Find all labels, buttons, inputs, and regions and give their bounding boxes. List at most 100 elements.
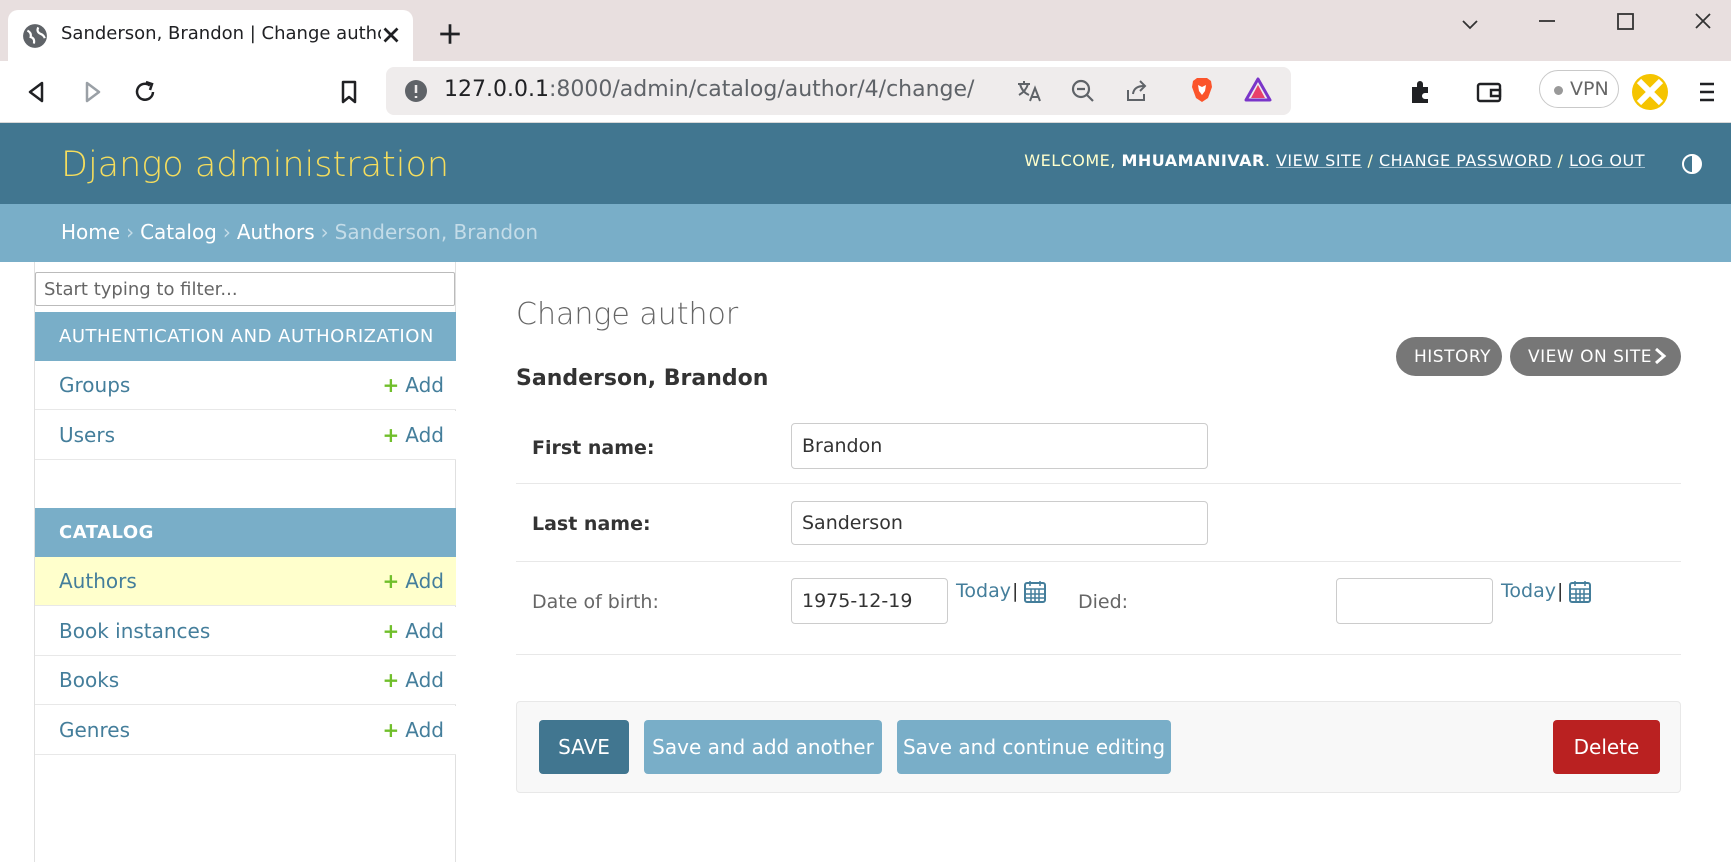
log-out-link[interactable]: LOG OUT [1569,151,1645,170]
add-groups-link[interactable]: + Add [383,373,445,397]
site-branding[interactable]: Django administration [61,145,449,185]
form-row-last-name: Last name: [516,484,1681,562]
breadcrumb-home[interactable]: Home [61,220,120,244]
address-bar[interactable]: 127.0.0.1:8000/admin/catalog/author/4/ch… [386,67,1291,115]
vpn-button[interactable]: VPN [1539,70,1619,108]
add-icon: + [382,718,400,742]
username: MHUAMANIVAR [1121,151,1265,170]
submit-row: SAVE Save and add another Save and conti… [516,701,1681,793]
info-icon[interactable] [404,79,428,103]
minimize-icon[interactable] [1527,10,1567,40]
first-name-field[interactable] [791,423,1208,469]
breadcrumb: Home › Catalog › Authors › Sanderson, Brandon [0,204,1731,262]
extensions-icon[interactable] [1406,77,1436,107]
translate-icon[interactable] [1014,76,1044,106]
model-link-groups[interactable]: Groups [59,373,130,397]
share-icon[interactable] [1122,76,1152,106]
zoom-out-icon[interactable] [1068,76,1098,106]
last-name-field[interactable] [791,501,1208,545]
wallet-icon[interactable] [1474,77,1504,107]
back-icon[interactable] [22,77,52,107]
add-label: Add [405,373,444,397]
brave-shield-icon[interactable] [1187,75,1217,105]
date-of-birth-label: Date of birth: [532,591,659,613]
model-link-books[interactable]: Books [59,668,119,692]
browser-tab-active[interactable]: Sanderson, Brandon | Change author | Dja… [8,10,413,61]
module-caption-auth[interactable]: AUTHENTICATION AND AUTHORIZATION [35,312,456,361]
view-site-link[interactable]: VIEW SITE [1276,151,1362,170]
url-text[interactable]: 127.0.0.1:8000/admin/catalog/author/4/ch… [444,77,974,102]
url-path: :8000/admin/catalog/author/4/change/ [548,77,975,102]
sidebar-item-genres[interactable]: Genres + Add [35,706,456,755]
died-today-link[interactable]: Today [1501,580,1556,602]
save-and-add-another-button[interactable]: Save and add another [644,720,882,774]
brave-rewards-icon[interactable] [1243,75,1273,105]
model-link-users[interactable]: Users [59,423,115,447]
add-genres-link[interactable]: + Add [383,718,445,742]
calendar-icon[interactable] [1569,580,1591,604]
profile-avatar[interactable] [1631,73,1669,111]
reload-icon[interactable] [130,77,160,107]
breadcrumb-separator: › [320,220,329,244]
model-link-book-instances[interactable]: Book instances [59,619,210,643]
breadcrumb-catalog[interactable]: Catalog [140,220,217,244]
dob-separator: | [1012,580,1019,602]
view-on-site-button[interactable]: VIEW ON SITE [1510,337,1681,376]
died-separator: | [1557,580,1564,602]
add-label: Add [405,668,444,692]
chevron-down-icon[interactable] [1450,10,1490,40]
add-label: Add [405,569,444,593]
maximize-icon[interactable] [1605,10,1645,40]
page-title: Change author [516,297,739,332]
add-label: Add [405,423,444,447]
sidebar-item-books[interactable]: Books + Add [35,656,456,705]
vpn-label: VPN [1570,78,1609,100]
first-name-label: First name: [532,437,655,459]
nav-filter-input[interactable] [35,272,455,306]
menu-icon[interactable] [1692,77,1722,107]
save-button[interactable]: SAVE [539,720,629,774]
breadcrumb-separator: › [126,220,135,244]
sidebar-item-book-instances[interactable]: Book instances + Add [35,607,456,656]
window-close-icon[interactable] [1683,10,1723,40]
model-link-genres[interactable]: Genres [59,718,130,742]
globe-icon [23,24,47,48]
calendar-icon[interactable] [1024,580,1046,604]
browser-toolbar: 127.0.0.1:8000/admin/catalog/author/4/ch… [0,61,1731,123]
chevron-right-icon [1655,347,1667,365]
form-row-dates: Date of birth: Today | Died: Today | [516,562,1681,655]
add-users-link[interactable]: + Add [383,423,445,447]
breadcrumb-separator: › [222,220,231,244]
theme-toggle-icon[interactable] [1681,153,1703,175]
add-book-instances-link[interactable]: + Add [383,619,445,643]
model-link-authors[interactable]: Authors [59,569,137,593]
welcome-text: WELCOME, [1024,151,1116,170]
breadcrumb-authors[interactable]: Authors [237,220,315,244]
add-books-link[interactable]: + Add [383,668,445,692]
add-authors-link[interactable]: + Add [383,569,445,593]
died-field[interactable] [1336,578,1493,624]
forward-icon[interactable] [77,77,107,107]
date-of-birth-field[interactable] [791,578,948,624]
module-caption-catalog[interactable]: CATALOG [35,508,456,557]
new-tab-plus-icon[interactable] [437,21,463,47]
vpn-status-dot [1554,86,1563,95]
delete-button[interactable]: Delete [1553,720,1660,774]
object-title: Sanderson, Brandon [516,366,769,391]
close-icon[interactable] [378,22,404,48]
save-and-continue-button[interactable]: Save and continue editing [897,720,1171,774]
sidebar-item-groups[interactable]: Groups + Add [35,361,456,410]
bookmark-icon[interactable] [334,77,364,107]
add-icon: + [382,373,400,397]
change-password-link[interactable]: CHANGE PASSWORD [1379,151,1552,170]
history-button[interactable]: HISTORY [1396,337,1502,376]
add-icon: + [382,619,400,643]
add-icon: + [382,423,400,447]
died-label: Died: [1078,591,1129,613]
add-icon: + [382,668,400,692]
sidebar-item-users[interactable]: Users + Add [35,411,456,460]
history-label: HISTORY [1414,347,1491,367]
breadcrumb-current: Sanderson, Brandon [334,220,539,244]
sidebar-item-authors[interactable]: Authors + Add [35,557,456,606]
dob-today-link[interactable]: Today [956,580,1011,602]
